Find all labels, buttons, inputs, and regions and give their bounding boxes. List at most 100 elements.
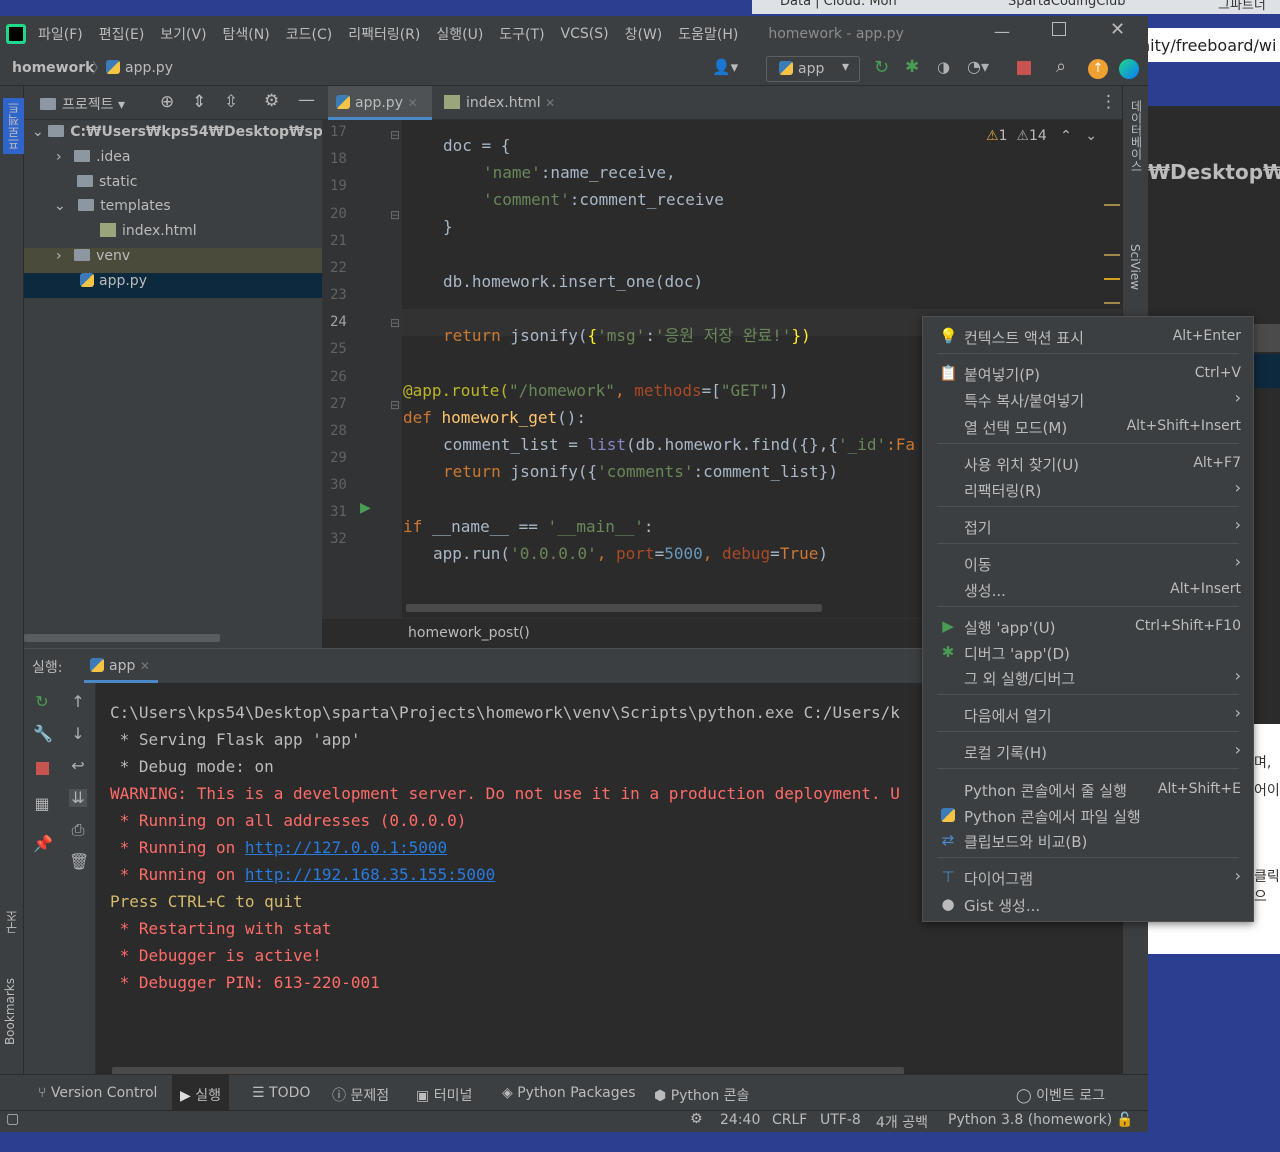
run-tab-app[interactable]: app ✕: [84, 649, 158, 683]
locate-icon[interactable]: ⊕: [160, 92, 174, 112]
line-separator[interactable]: CRLF: [772, 1112, 807, 1128]
menu-window[interactable]: 창(W): [625, 24, 663, 44]
code-line-26[interactable]: @app.route("/homework", methods=["GET"]): [403, 381, 788, 401]
scroll-to-end-icon[interactable]: ⇊: [69, 789, 87, 807]
caret-position[interactable]: 24:40: [720, 1112, 760, 1128]
browser-tab[interactable]: 그파트너: [1218, 0, 1266, 14]
print-icon[interactable]: ⎙: [69, 821, 87, 839]
tree-item-venv[interactable]: › venv: [24, 248, 322, 273]
menu-run[interactable]: 실행(U): [436, 24, 483, 44]
fold-icon[interactable]: ⊟: [390, 398, 400, 412]
next-issue-icon[interactable]: ⌄: [1085, 128, 1097, 144]
code-line-31[interactable]: if __name__ == '__main__':: [403, 517, 653, 537]
bookmarks-tool-tab[interactable]: Bookmarks: [3, 978, 17, 1045]
arrow-up-icon[interactable]: ↑: [69, 693, 87, 711]
tree-root[interactable]: ⌄ C:₩Users₩kps54₩Desktop₩sparta₩: [24, 124, 322, 149]
lock-icon[interactable]: 🔓: [1116, 1112, 1133, 1128]
tree-item-templates[interactable]: ⌄ templates: [24, 198, 322, 223]
code-line-27[interactable]: def homework_get():: [403, 408, 586, 428]
python-interpreter[interactable]: Python 3.8 (homework): [948, 1112, 1112, 1128]
code-line-17[interactable]: doc = {: [403, 136, 510, 156]
menu-item-run-app[interactable]: ▶ 실행 'app'(U) Ctrl+Shift+F10: [923, 613, 1253, 639]
close-tab-icon[interactable]: ✕: [140, 659, 150, 673]
menu-item-diagrams[interactable]: ⊤ 다이어그램 ›: [923, 864, 1253, 890]
tree-item-app-py[interactable]: app.py: [24, 273, 322, 298]
code-line-28[interactable]: comment_list = list(db.homework.find({},…: [403, 435, 915, 455]
menu-item-more-run-debug[interactable]: 그 외 실행/디버그 ›: [923, 664, 1253, 690]
trash-icon[interactable]: 🗑: [69, 853, 89, 871]
code-line-22[interactable]: db.homework.insert_one(doc): [403, 272, 703, 292]
close-tab-icon[interactable]: ✕: [545, 96, 555, 110]
menu-item-go-to[interactable]: 이동 ›: [923, 550, 1253, 576]
menu-item-folding[interactable]: 접기 ›: [923, 513, 1253, 539]
tool-tab-todo[interactable]: ☰ TODO: [252, 1075, 310, 1111]
code-line-18[interactable]: 'name':name_receive,: [403, 163, 676, 183]
tool-tab-terminal[interactable]: ▣ 터미널: [416, 1075, 472, 1111]
error-stripe-mark[interactable]: [1104, 204, 1120, 206]
error-stripe-mark[interactable]: [1104, 278, 1120, 280]
project-tool-tab[interactable]: 프로젝트: [3, 98, 24, 154]
menu-item-debug-app[interactable]: ✱ 디버그 'app'(D): [923, 639, 1253, 665]
menu-file[interactable]: 파일(F): [38, 24, 83, 44]
nav-project[interactable]: homework: [12, 60, 94, 76]
tree-item-index-html[interactable]: index.html: [24, 223, 322, 248]
error-stripe-mark[interactable]: [1104, 254, 1120, 256]
code-line-20[interactable]: }: [403, 217, 453, 237]
tree-item-static[interactable]: static: [24, 174, 322, 199]
profile-icon[interactable]: ◔▾: [967, 57, 989, 76]
minimize-icon[interactable]: —: [994, 22, 1010, 41]
pin-icon[interactable]: 📌: [33, 835, 53, 853]
tree-item-idea[interactable]: › .idea: [24, 149, 322, 174]
menu-item-refactor[interactable]: 리팩터링(R) ›: [923, 476, 1253, 502]
code-line-24[interactable]: return jsonify({'msg':'응원 저장 완료!'}): [403, 326, 811, 346]
menu-tools[interactable]: 도구(T): [499, 24, 544, 44]
horizontal-scrollbar[interactable]: [24, 634, 220, 642]
collapse-all-icon[interactable]: ⇳: [224, 92, 238, 112]
prev-issue-icon[interactable]: ⌃: [1060, 128, 1072, 144]
menu-view[interactable]: 보기(V): [160, 24, 206, 44]
fold-icon[interactable]: ⊟: [390, 208, 400, 222]
tool-tab-event-log[interactable]: ◯ 이벤트 로그: [1016, 1075, 1105, 1111]
menu-item-compare-clipboard[interactable]: ⇄ 클립보드와 비교(B): [923, 827, 1253, 853]
inspection-widget[interactable]: ⚠1 ⚠14 ⌃ ⌄: [986, 128, 1097, 144]
debug-icon[interactable]: ✱: [905, 57, 919, 77]
menu-edit[interactable]: 편집(E): [99, 24, 145, 44]
run-gutter-icon[interactable]: ▶: [360, 500, 371, 516]
tab-index-html[interactable]: index.html ✕: [438, 86, 555, 120]
project-view-select[interactable]: 프로젝트 ▾: [40, 94, 125, 114]
update-icon[interactable]: ↑: [1088, 59, 1108, 79]
tool-tab-python-packages[interactable]: ◈ Python Packages: [502, 1075, 636, 1111]
background-tasks-icon[interactable]: ⚙: [690, 1111, 703, 1127]
structure-tool-tab[interactable]: 구조: [3, 910, 20, 934]
expand-all-icon[interactable]: ⇕: [192, 92, 206, 112]
run-config-select[interactable]: app ▾: [766, 56, 860, 82]
hide-icon[interactable]: —: [298, 90, 315, 110]
jetbrains-icon[interactable]: [1119, 59, 1139, 79]
rerun-icon[interactable]: ↻: [874, 57, 889, 78]
console-link[interactable]: http://127.0.0.1:5000: [245, 838, 447, 857]
menu-item-show-context-actions[interactable]: 💡 컨텍스트 액션 표시 Alt+Enter: [923, 323, 1253, 349]
menu-item-open-in[interactable]: 다음에서 열기 ›: [923, 701, 1253, 727]
sciview-tool-tab[interactable]: SciView: [1128, 244, 1142, 290]
nav-file[interactable]: app.py: [106, 60, 173, 76]
tool-tab-run[interactable]: ▶ 실행: [172, 1075, 229, 1111]
gear-icon[interactable]: ⚙: [264, 91, 279, 111]
toggle-tool-windows-icon[interactable]: ▢: [6, 1111, 19, 1127]
close-tab-icon[interactable]: ✕: [407, 96, 417, 110]
close-window-icon[interactable]: ✕: [1110, 19, 1125, 40]
code-line-29[interactable]: return jsonify({'comments':comment_list}…: [403, 462, 838, 482]
search-icon[interactable]: ⌕: [1056, 56, 1066, 77]
fold-icon[interactable]: ⊟: [390, 316, 400, 330]
tool-tab-problems[interactable]: ⓘ 문제점: [332, 1075, 389, 1111]
code-line-19[interactable]: 'comment':comment_receive: [403, 190, 724, 210]
arrow-down-icon[interactable]: ↓: [69, 725, 87, 743]
fold-icon[interactable]: ⊟: [390, 128, 400, 142]
browser-tab[interactable]: SpartaCodingClub: [1008, 0, 1125, 14]
browser-url-bar[interactable]: nity/freeboard/wi: [1140, 28, 1280, 62]
stop-icon[interactable]: [1017, 61, 1031, 75]
menu-navigate[interactable]: 탐색(N): [223, 24, 270, 44]
menu-help[interactable]: 도움말(H): [678, 24, 738, 44]
menu-vcs[interactable]: VCS(S): [561, 26, 609, 42]
menu-item-local-history[interactable]: 로컬 기록(H) ›: [923, 738, 1253, 764]
indent-setting[interactable]: 4개 공백: [876, 1112, 928, 1132]
